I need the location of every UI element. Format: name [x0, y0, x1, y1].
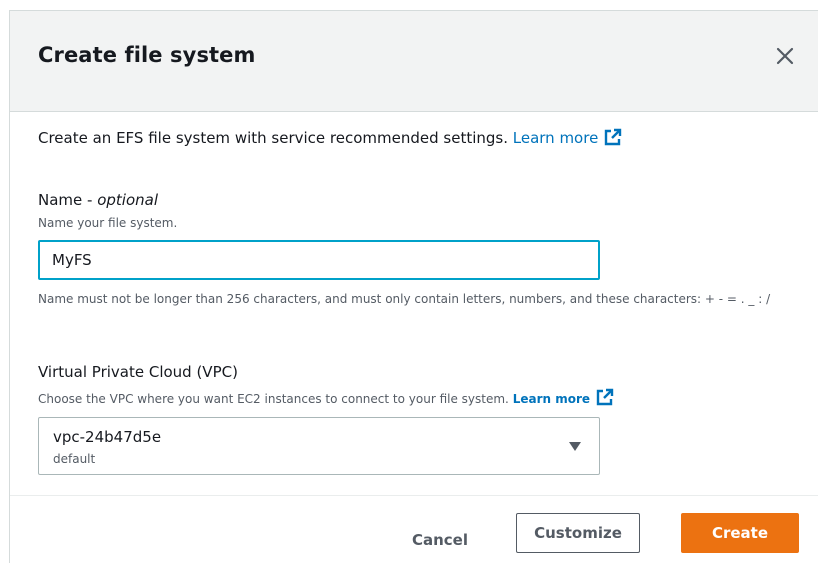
close-icon	[776, 47, 794, 65]
customize-button[interactable]: Customize	[516, 513, 640, 553]
name-field-label: Name - optional	[38, 191, 158, 209]
dialog-footer: Cancel Customize Create	[10, 495, 818, 563]
dialog-title: Create file system	[38, 43, 256, 67]
name-label-text: Name -	[38, 191, 98, 209]
intro-text: Create an EFS file system with service r…	[38, 128, 622, 147]
external-link-icon	[605, 128, 622, 146]
vpc-learn-more-link[interactable]: Learn more	[512, 388, 614, 406]
optional-tag: optional	[97, 191, 158, 209]
learn-more-label: Learn more	[512, 129, 599, 147]
learn-more-link[interactable]: Learn more	[512, 128, 623, 147]
vpc-description-text: Choose the VPC where you want EC2 instan…	[38, 392, 513, 406]
dialog-header: Create file system	[10, 11, 818, 112]
vpc-learn-more-label: Learn more	[512, 392, 591, 406]
intro-description: Create an EFS file system with service r…	[38, 129, 513, 147]
create-button[interactable]: Create	[681, 513, 799, 553]
file-system-name-input[interactable]	[38, 240, 600, 280]
create-file-system-dialog: Create file system Create an EFS file sy…	[9, 10, 818, 563]
external-link-icon	[596, 388, 614, 406]
vpc-field-description: Choose the VPC where you want EC2 instan…	[38, 388, 614, 406]
caret-down-icon	[569, 442, 581, 451]
vpc-field-label: Virtual Private Cloud (VPC)	[38, 363, 238, 381]
vpc-selected-value: vpc-24b47d5e	[53, 428, 162, 446]
close-button[interactable]	[774, 45, 796, 67]
name-constraint-text: Name must not be longer than 256 charact…	[38, 292, 771, 306]
vpc-select[interactable]: vpc-24b47d5e default	[38, 417, 600, 475]
cancel-button[interactable]: Cancel	[395, 524, 485, 556]
name-field-description: Name your file system.	[38, 216, 178, 230]
vpc-selected-description: default	[53, 452, 96, 466]
